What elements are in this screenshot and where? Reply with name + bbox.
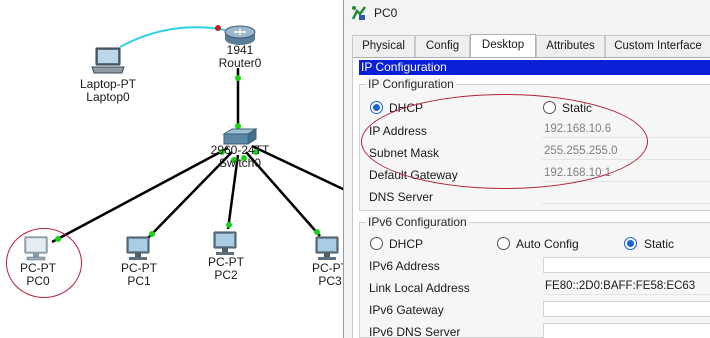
default-gateway-label: Default Gateway [369, 168, 458, 182]
default-gateway-field[interactable]: 192.168.10.1 [542, 166, 710, 182]
subnet-mask-label: Subnet Mask [369, 146, 440, 160]
ip-address-value: 192.168.10.6 [544, 123, 612, 135]
dns-server-field[interactable] [542, 188, 710, 204]
tab-custom-interface-label: Custom Interface [614, 40, 702, 52]
tab-desktop[interactable]: Desktop [470, 34, 536, 57]
ipv4-dhcp-radio[interactable] [370, 101, 383, 114]
tab-desktop-label: Desktop [481, 39, 525, 51]
pc1-icon[interactable] [124, 236, 152, 262]
dns-server-label: DNS Server [369, 190, 434, 204]
ip-configuration-header-text: IP Configuration [361, 60, 447, 74]
pc0-name-label: PC0 [26, 274, 50, 288]
pc2-icon[interactable] [211, 231, 239, 257]
subnet-mask-field[interactable]: 255.255.255.0 [542, 144, 710, 160]
window-titlebar[interactable]: PC0 [344, 0, 710, 26]
laptop-icon[interactable] [90, 46, 126, 76]
tab-config-label: Config [425, 40, 460, 52]
link-local-address-value: FE80::2D0:BAFF:FE58:EC63 [545, 280, 696, 292]
tab-physical-label: Physical [362, 40, 405, 52]
pc3-icon[interactable] [313, 236, 341, 262]
packet-tracer-app-icon [351, 6, 367, 20]
ipv6-gateway-input[interactable] [543, 301, 710, 317]
tab-attributes[interactable]: Attributes [536, 35, 605, 57]
topology-canvas[interactable]: Laptop-PT Laptop0 1941 Router0 2960-24TT… [0, 0, 345, 338]
link-local-address-field[interactable]: FE80::2D0:BAFF:FE58:EC63 [543, 279, 710, 295]
ipv4-section-title: IP Configuration [366, 77, 456, 91]
subnet-mask-value: 255.255.255.0 [544, 145, 618, 157]
tab-attributes-label: Attributes [546, 40, 595, 52]
ipv4-static-radio[interactable] [543, 101, 556, 114]
ipv6-dns-server-input[interactable] [543, 323, 710, 338]
tab-config[interactable]: Config [415, 35, 470, 57]
ipv4-static-label[interactable]: Static [562, 101, 592, 115]
router-name-label: Router0 [218, 56, 262, 70]
ipv6-address-label: IPv6 Address [369, 259, 440, 273]
ip-address-field[interactable]: 192.168.10.6 [542, 122, 710, 138]
pc3-name-label: PC3 [318, 274, 342, 288]
pc0-window: PC0 Physical Config Desktop Attributes C… [343, 0, 710, 338]
pc2-name-label: PC2 [214, 268, 238, 282]
ip-address-label: IP Address [369, 124, 427, 138]
ip-configuration-header: IP Configuration [359, 60, 710, 75]
ipv6-address-input[interactable] [543, 257, 710, 273]
switch-name-label: Switch0 [218, 156, 262, 170]
ipv6-dhcp-label[interactable]: DHCP [389, 237, 423, 251]
pc1-name-label: PC1 [127, 274, 151, 288]
ipv6-auto-config-label[interactable]: Auto Config [516, 237, 579, 251]
laptop-name-label: Laptop0 [86, 90, 130, 104]
ipv6-static-radio[interactable] [624, 237, 637, 250]
tab-custom-interface[interactable]: Custom Interface [605, 35, 710, 57]
ipv6-dhcp-radio[interactable] [370, 237, 383, 250]
ipv4-dhcp-label[interactable]: DHCP [389, 101, 423, 115]
ipv6-section-title: IPv6 Configuration [366, 215, 469, 229]
ipv6-gateway-label: IPv6 Gateway [369, 303, 444, 317]
ipv6-dns-server-label: IPv6 DNS Server [369, 325, 461, 338]
ipv6-static-label[interactable]: Static [644, 237, 674, 251]
tab-physical[interactable]: Physical [352, 35, 415, 57]
default-gateway-value: 192.168.10.1 [544, 167, 612, 179]
window-title: PC0 [374, 6, 398, 20]
ipv6-auto-config-radio[interactable] [497, 237, 510, 250]
link-local-address-label: Link Local Address [369, 281, 470, 295]
pc0-icon[interactable] [22, 236, 50, 262]
